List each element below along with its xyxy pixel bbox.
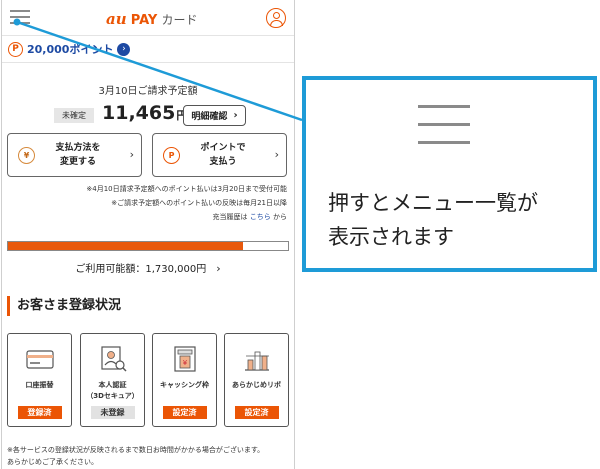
hamburger-menu-icon — [418, 102, 470, 148]
registration-name-line: 本人認証 — [98, 381, 127, 389]
point-badge-icon: P — [8, 41, 23, 57]
revolving-payment-icon — [244, 351, 269, 371]
hamburger-menu-icon[interactable] — [10, 9, 30, 25]
points-balance-link[interactable]: P 20,000ポイント › — [8, 40, 131, 58]
registration-footnote: ※各サービスの登録状況が反映されるまで数日お時間がかかる場合がございます。 あら… — [7, 444, 293, 468]
registration-status-badge: 未登録 — [90, 406, 135, 419]
registration-status-badge: 設定済 — [162, 406, 207, 419]
callout-message: 押すとメニュー一覧が 表示されます — [328, 186, 588, 254]
registration-status-badge: 登録済 — [17, 406, 62, 419]
footnote-line: あらかじめご了承ください。 — [7, 458, 98, 466]
billing-amount-value: 11,465 — [102, 102, 176, 124]
user-account-icon[interactable] — [266, 8, 286, 28]
chevron-right-icon: › — [274, 148, 279, 161]
pay-with-points-button[interactable]: P ポイントで 支払う › — [152, 133, 287, 177]
note-history-suffix: から — [270, 213, 287, 221]
change-payment-method-button[interactable]: ¥ 支払方法を 変更する › — [7, 133, 142, 177]
phone-screen: au PAY カード P 20,000ポイント › 3月10日ご請求予定額 未確… — [1, 0, 295, 469]
registration-name: キャッシング枠 — [153, 380, 216, 391]
registration-status-badge: 設定済 — [234, 406, 279, 419]
footnote-line: ※各サービスの登録状況が反映されるまで数日お時間がかかる場合がございます。 — [7, 446, 265, 454]
points-value: 20,000ポイント — [27, 43, 114, 56]
note-point-deadline: ※4月10日請求予定額へのポイント払いは3月20日まで受付可能 — [86, 185, 287, 193]
note-history: 充当履歴は こちら から — [213, 212, 287, 222]
history-link[interactable]: こちら — [250, 213, 271, 221]
action-label-line: 変更する — [59, 157, 96, 167]
registration-name-line: あらかじめリボ — [232, 381, 281, 389]
registration-name-line: キャッシング枠 — [160, 381, 209, 389]
registration-card-3d-secure[interactable]: 本人認証 （3Dセキュア） 未登録 — [80, 333, 145, 427]
id-verification-icon — [100, 346, 127, 372]
registration-section-title: お客さま登録状況 — [7, 296, 121, 316]
callout-message-line: 表示されます — [328, 225, 454, 249]
logo-au-text: au — [106, 10, 127, 28]
au-pay-card-logo: au PAY カード — [106, 10, 198, 28]
chevron-right-icon: › — [129, 148, 134, 161]
registration-name: あらかじめリボ — [225, 380, 288, 391]
logo-pay-text: PAY — [130, 13, 158, 28]
point-coin-icon: P — [163, 147, 180, 164]
action-label-line: 支払う — [209, 157, 237, 167]
action-label-line: ポイントで — [200, 143, 246, 153]
header-divider — [2, 62, 294, 63]
app-header: au PAY カード — [2, 0, 294, 36]
chevron-right-icon: › — [117, 42, 131, 56]
credit-usage-fill — [8, 242, 244, 250]
available-credit-link[interactable]: ご利用可能額：1,730,000円 › — [2, 260, 294, 275]
change-payment-method-label: 支払方法を 変更する — [40, 141, 116, 169]
billing-status-badge: 未確定 — [54, 108, 94, 123]
bank-card-icon — [25, 350, 54, 369]
registration-name-line: 口座振替 — [25, 381, 54, 389]
yen-coin-icon: ¥ — [18, 147, 35, 164]
statement-detail-label: 明細確認 — [191, 112, 228, 122]
billing-title: 3月10日ご請求予定額 — [98, 86, 198, 97]
registration-name: 口座振替 — [8, 380, 71, 391]
pay-with-points-label: ポイントで 支払う — [185, 141, 261, 169]
registration-name-line: （3Dセキュア） — [86, 392, 139, 400]
registration-card-revolving[interactable]: あらかじめリボ 設定済 — [224, 333, 289, 427]
atm-cash-icon: ¥ — [173, 346, 196, 372]
statement-detail-button[interactable]: 明細確認 › — [183, 105, 246, 126]
available-credit-label: ご利用可能額：1,730,000円 — [75, 264, 207, 275]
action-label-line: 支払方法を — [55, 143, 101, 153]
registration-card-cashing[interactable]: ¥ キャッシング枠 設定済 — [152, 333, 217, 427]
note-point-reflection: ※ご請求予定額へのポイント払いの反映は毎月21日以降 — [111, 199, 287, 207]
svg-text:¥: ¥ — [182, 359, 187, 367]
billing-amount: 11,465円 — [102, 102, 187, 124]
logo-card-text: カード — [161, 13, 198, 27]
menu-callout-box: 押すとメニュー一覧が 表示されます — [302, 76, 597, 272]
chevron-right-icon: › — [233, 110, 238, 121]
note-history-prefix: 充当履歴は — [212, 213, 250, 221]
registration-card-bank-transfer[interactable]: 口座振替 登録済 — [7, 333, 72, 427]
registration-name: 本人認証 （3Dセキュア） — [81, 380, 144, 402]
callout-message-line: 押すとメニュー一覧が — [328, 191, 538, 215]
chevron-right-icon: › — [216, 262, 221, 275]
credit-usage-bar — [7, 241, 289, 251]
